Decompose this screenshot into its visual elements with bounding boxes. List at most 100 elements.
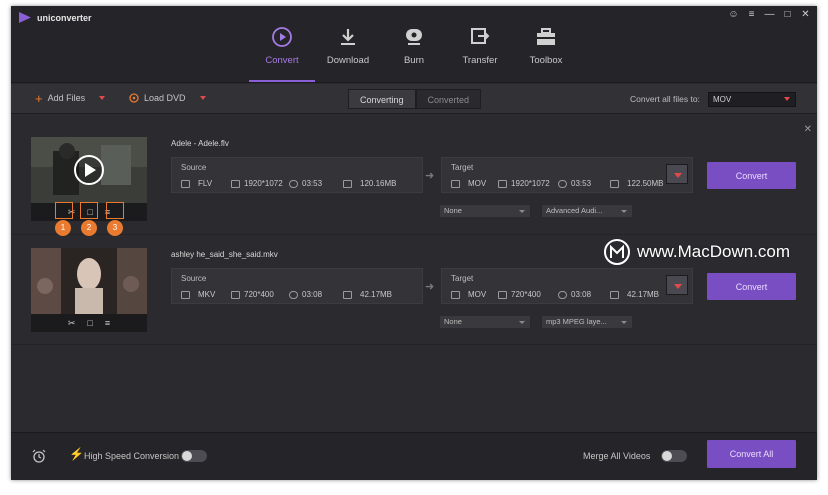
resolution-icon <box>231 179 240 188</box>
target-duration: 03:08 <box>558 290 591 299</box>
main-nav: Convert Download Burn Transfer Toolbox <box>249 24 579 82</box>
source-format: FLV <box>181 179 212 188</box>
load-dvd-button[interactable]: Load DVD <box>129 93 206 103</box>
clock-icon <box>558 290 567 299</box>
convert-all-select[interactable]: MOV <box>708 92 796 107</box>
add-files-dropdown-icon[interactable] <box>99 96 106 100</box>
video-thumbnail-2[interactable]: ✂ □ ≡ <box>31 248 147 332</box>
tab-converted[interactable]: Converted <box>415 89 482 109</box>
macdown-logo-icon <box>604 239 630 265</box>
tab-convert-label: Convert <box>265 55 299 66</box>
transfer-icon <box>471 28 490 44</box>
target-panel: Target MOV 1920*1072 03:53 122.50MB <box>441 157 693 193</box>
lightning-icon: ⚡ <box>69 447 84 461</box>
download-icon <box>341 29 355 45</box>
arrow-right-icon: ➜ <box>425 170 435 182</box>
tab-convert[interactable]: Convert <box>249 24 315 82</box>
convert-button-2[interactable]: Convert <box>707 273 796 300</box>
source-size: 120.16MB <box>343 179 396 188</box>
add-files-button[interactable]: + Add Files <box>35 92 106 105</box>
tab-burn[interactable]: Burn <box>381 24 447 82</box>
merge-toggle[interactable] <box>661 450 687 462</box>
folder-icon <box>610 290 619 299</box>
burn-icon <box>406 29 422 45</box>
tab-converting[interactable]: Converting <box>348 89 416 109</box>
convert-all-value: MOV <box>713 95 732 104</box>
close-icon[interactable]: ✕ <box>800 9 811 20</box>
file-name: ashley he_said_she_said.mkv <box>171 250 278 259</box>
effects-highlight <box>106 202 124 219</box>
crop-highlight <box>80 202 98 219</box>
callout-badge-2: 2 <box>81 220 97 236</box>
brand: uniconverter <box>19 12 92 23</box>
convert-all-label: Convert all files to: <box>630 94 700 104</box>
clock-icon <box>289 179 298 188</box>
source-duration: 03:53 <box>289 179 322 188</box>
crop-icon[interactable]: □ <box>87 318 92 328</box>
subtitle-select-2[interactable]: None <box>439 315 531 329</box>
film-icon <box>451 179 460 188</box>
clock-icon <box>558 179 567 188</box>
thumbnail-image-1 <box>31 137 147 203</box>
resolution-icon <box>231 290 240 299</box>
logo-icon <box>19 12 31 23</box>
callout-badge-3: 3 <box>107 220 123 236</box>
target-format: MOV <box>451 290 486 299</box>
add-files-label: Add Files <box>47 93 86 103</box>
source-panel: Source FLV 1920*1072 03:53 120.16MB <box>171 157 423 193</box>
file-name: Adele - Adele.flv <box>171 139 229 148</box>
target-format: MOV <box>451 179 486 188</box>
folder-icon <box>610 179 619 188</box>
high-speed-toggle[interactable] <box>181 450 207 462</box>
audio-select-2[interactable]: mp3 MPEG laye... <box>541 315 633 329</box>
high-speed-label: High Speed Conversion <box>84 451 180 461</box>
target-duration: 03:53 <box>558 179 591 188</box>
video-thumbnail-1[interactable]: ✂ □ ≡ <box>31 137 147 221</box>
convert-icon <box>272 27 292 47</box>
convert-button-1[interactable]: Convert <box>707 162 796 189</box>
tab-download[interactable]: Download <box>315 24 381 82</box>
watermark: www.MacDown.com <box>603 238 790 266</box>
tab-transfer[interactable]: Transfer <box>447 24 513 82</box>
film-icon <box>181 179 190 188</box>
user-icon[interactable]: ☺ <box>728 9 739 20</box>
merge-label: Merge All Videos <box>583 451 651 461</box>
effects-icon[interactable]: ≡ <box>105 318 110 328</box>
edit-toolbar-2: ✂ □ ≡ <box>31 314 147 332</box>
arrow-right-icon: ➜ <box>425 281 435 293</box>
trim-highlight <box>55 202 73 219</box>
toolbox-icon <box>537 28 555 45</box>
load-dvd-dropdown-icon[interactable] <box>199 96 206 100</box>
folder-icon <box>343 179 352 188</box>
minimize-icon[interactable]: — <box>764 9 775 20</box>
target-size: 42.17MB <box>610 290 659 299</box>
title-bar: uniconverter ☺ ≡ — □ ✕ Convert Download … <box>11 6 817 83</box>
target-panel: Target MOV 720*400 03:08 42.17MB <box>441 268 693 304</box>
audio-select-1[interactable]: Advanced Audi... <box>541 204 633 218</box>
target-format-dropdown[interactable] <box>666 164 688 184</box>
source-panel: Source MKV 720*400 03:08 42.17MB <box>171 268 423 304</box>
callout-badge-1: 1 <box>55 220 71 236</box>
film-icon <box>181 290 190 299</box>
maximize-icon[interactable]: □ <box>782 9 793 20</box>
tab-toolbox[interactable]: Toolbox <box>513 24 579 82</box>
window-controls: ☺ ≡ — □ ✕ <box>728 9 811 20</box>
target-format-dropdown[interactable] <box>666 275 688 295</box>
menu-icon[interactable]: ≡ <box>746 9 757 20</box>
film-icon <box>451 290 460 299</box>
tab-toolbox-label: Toolbox <box>529 55 563 66</box>
resolution-icon <box>498 179 507 188</box>
trim-icon[interactable]: ✂ <box>68 318 76 329</box>
load-dvd-label: Load DVD <box>144 93 186 103</box>
folder-icon <box>343 290 352 299</box>
source-format: MKV <box>181 290 215 299</box>
convert-all-button[interactable]: Convert All <box>707 440 796 468</box>
thumbnail-image-2 <box>31 248 147 314</box>
source-duration: 03:08 <box>289 290 322 299</box>
target-label: Target <box>451 163 474 172</box>
app-name: uniconverter <box>37 12 92 23</box>
subtitle-select-1[interactable]: None <box>439 204 531 218</box>
source-size: 42.17MB <box>343 290 392 299</box>
resolution-icon <box>498 290 507 299</box>
alarm-clock-icon[interactable] <box>32 449 46 463</box>
